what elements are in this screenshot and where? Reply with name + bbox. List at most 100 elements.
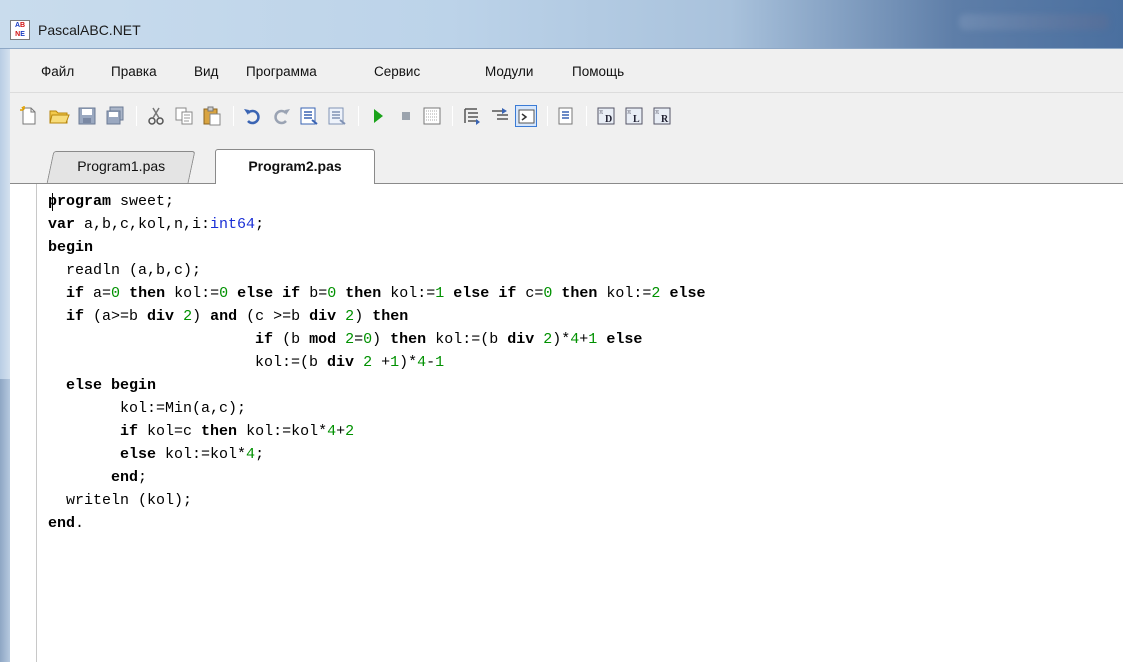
code-token: else if c=: [453, 285, 544, 302]
svg-text:π: π: [627, 110, 631, 116]
code-token: +: [579, 331, 589, 348]
svg-text:π: π: [599, 110, 603, 116]
code-number: 1: [588, 331, 598, 348]
code-number: 4: [570, 331, 580, 348]
code-line: else begin: [48, 374, 1118, 397]
code-token: then kol:=: [561, 285, 652, 302]
code-token: ;: [255, 446, 265, 463]
code-type: int64: [210, 216, 256, 233]
toolbar: Dπ Lπ Rπ: [10, 93, 1123, 145]
format-r-icon[interactable]: Rπ: [651, 105, 673, 127]
code-token: readln (a,b,c);: [48, 262, 202, 279]
code-token: writeln (kol);: [48, 492, 193, 509]
code-token: end.: [48, 515, 85, 532]
code-token: ;: [255, 216, 265, 233]
code-token: )*: [552, 331, 571, 348]
compile-all-icon[interactable]: [326, 105, 348, 127]
code-number: 2: [183, 308, 193, 325]
run-icon[interactable]: [367, 105, 389, 127]
code-token: kol:=(b div: [48, 354, 355, 371]
tab-program2[interactable]: Program2.pas: [215, 149, 375, 185]
code-token: +: [372, 354, 391, 371]
code-line: if a=0 then kol:=0 else if b=0 then kol:…: [48, 282, 1118, 305]
code-token: ) then kol:=(b div: [372, 331, 535, 348]
code-number: 0: [327, 285, 337, 302]
menu-program[interactable]: Программа: [246, 64, 317, 79]
copy-icon[interactable]: [173, 105, 195, 127]
format-l-icon[interactable]: Lπ: [623, 105, 645, 127]
code-token: -: [426, 354, 436, 371]
output-window-icon[interactable]: [515, 105, 537, 127]
code-line: kol:=(b div 2 +1)*4-1: [48, 351, 1118, 374]
format-d-icon[interactable]: Dπ: [595, 105, 617, 127]
code-token: then kol:=: [129, 285, 220, 302]
stop-icon[interactable]: [395, 105, 417, 127]
pascalabc-app-icon[interactable]: ABNEt: [10, 20, 30, 40]
code-token: else begin: [66, 377, 157, 394]
code-token: if kol=c then kol:=kol*: [120, 423, 328, 440]
window-title: PascalABC.NET: [38, 22, 141, 38]
step-into-icon[interactable]: [461, 105, 483, 127]
code-token: if (b mod: [255, 331, 337, 348]
code-number: 2: [345, 308, 355, 325]
paste-icon[interactable]: [201, 105, 223, 127]
code-number: 4: [246, 446, 256, 463]
menu-help[interactable]: Помощь: [572, 64, 624, 79]
code-token: end;: [111, 469, 148, 486]
editor-tab-strip: Program1.pas Program2.pas: [10, 145, 1123, 185]
open-folder-icon[interactable]: [48, 105, 70, 127]
tab-program1[interactable]: Program1.pas: [46, 151, 196, 183]
step-over-icon[interactable]: [489, 105, 511, 127]
code-token: var a,b,c,kol,n,i:: [48, 216, 211, 233]
menu-service[interactable]: Сервис: [374, 64, 420, 79]
save-icon[interactable]: [76, 105, 98, 127]
code-token: else: [606, 331, 643, 348]
code-number: 0: [363, 331, 373, 348]
code-number: 2: [345, 423, 355, 440]
code-token: ) then: [354, 308, 409, 325]
compile-icon[interactable]: [298, 105, 320, 127]
code-line: begin: [48, 236, 1118, 259]
code-token: kol:=Min(a,c);: [48, 400, 247, 417]
text-caret: [52, 193, 53, 211]
code-number: 1: [390, 354, 400, 371]
menu-file[interactable]: Файл: [41, 64, 74, 79]
code-token: ) and (c >=b div: [192, 308, 337, 325]
code-number: 4: [417, 354, 427, 371]
code-line: if (a>=b div 2) and (c >=b div 2) then: [48, 305, 1118, 328]
code-text[interactable]: program sweet; var a,b,c,kol,n,i:int64; be…: [48, 190, 1118, 535]
code-token: )*: [399, 354, 418, 371]
code-token: else kol:=kol*: [120, 446, 247, 463]
code-token: begin: [48, 239, 94, 256]
code-line: readln (a,b,c);: [48, 259, 1118, 282]
blurred-title-region: [959, 14, 1109, 30]
save-all-icon[interactable]: [104, 105, 126, 127]
menu-modules[interactable]: Модули: [485, 64, 533, 79]
cut-icon[interactable]: [145, 105, 167, 127]
menu-edit[interactable]: Правка: [111, 64, 157, 79]
window-frame-left: [0, 49, 10, 662]
svg-text:R: R: [661, 114, 669, 125]
code-token: program sweet;: [48, 193, 175, 210]
code-number: 2: [543, 331, 553, 348]
new-file-icon[interactable]: [18, 105, 40, 127]
code-token: if a=: [66, 285, 112, 302]
redo-icon[interactable]: [270, 105, 292, 127]
menu-view[interactable]: Вид: [194, 64, 218, 79]
tab-label: Program1.pas: [77, 158, 166, 174]
code-editor[interactable]: program sweet; var a,b,c,kol,n,i:int64; be…: [10, 184, 1123, 662]
undo-icon[interactable]: [242, 105, 264, 127]
code-number: 2: [345, 331, 355, 348]
debug-window-icon[interactable]: [421, 105, 443, 127]
code-token: else if b=: [237, 285, 328, 302]
menu-bar: Файл Правка Вид Программа Сервис Модули …: [10, 49, 1123, 93]
editor-gutter: [36, 184, 37, 662]
code-line: if (b mod 2=0) then kol:=(b div 2)*4+1 e…: [48, 328, 1118, 351]
code-token: then kol:=: [345, 285, 436, 302]
svg-text:D: D: [605, 114, 612, 125]
properties-icon[interactable]: [555, 105, 577, 127]
title-bar: ABNEt PascalABC.NET: [0, 0, 1123, 49]
code-line: var a,b,c,kol,n,i:int64;: [48, 213, 1118, 236]
code-number: 0: [219, 285, 229, 302]
code-line: end;: [48, 466, 1118, 489]
